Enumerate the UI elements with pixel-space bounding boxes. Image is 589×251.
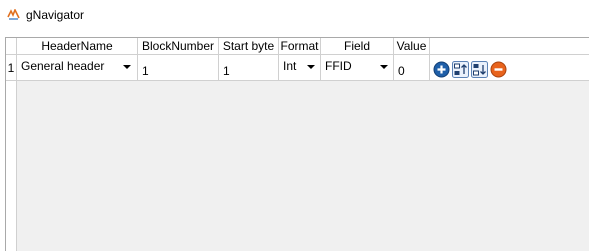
format-value: Int	[283, 59, 297, 73]
column-header-field[interactable]: Field	[321, 38, 394, 55]
chevron-down-icon[interactable]	[380, 65, 388, 69]
field-dropdown[interactable]: FFID	[321, 55, 394, 81]
header-table[interactable]: HeaderName BlockNumber Start byte Format…	[5, 37, 589, 251]
column-header-format[interactable]: Format	[279, 38, 321, 55]
chevron-down-icon[interactable]	[307, 65, 315, 69]
headername-dropdown[interactable]: General header	[17, 55, 138, 81]
row-header-empty-area	[6, 81, 17, 251]
blocknumber-cell[interactable]: 1	[138, 55, 219, 81]
window-title: gNavigator	[26, 8, 85, 22]
startbyte-cell[interactable]: 1	[219, 55, 279, 81]
move-up-icon[interactable]	[452, 61, 469, 78]
column-header-blocknumber[interactable]: BlockNumber	[138, 38, 219, 55]
column-header-startbyte[interactable]: Start byte	[219, 38, 279, 55]
startbyte-value: 1	[223, 64, 230, 78]
column-header-headername[interactable]: HeaderName	[17, 38, 138, 55]
field-value: FFID	[325, 59, 352, 73]
add-icon[interactable]	[433, 61, 450, 78]
column-header-value[interactable]: Value	[394, 38, 430, 55]
app-logo-icon	[7, 9, 20, 20]
column-header-actions	[430, 38, 589, 55]
title-bar: gNavigator	[0, 0, 589, 31]
move-down-icon[interactable]	[471, 61, 488, 78]
row-header[interactable]: 1	[6, 55, 17, 81]
corner-header[interactable]	[6, 38, 17, 55]
headername-value: General header	[21, 59, 105, 73]
chevron-down-icon[interactable]	[123, 65, 131, 69]
value-text: 0	[398, 64, 405, 78]
blocknumber-value: 1	[142, 64, 149, 78]
row-actions-cell	[430, 55, 589, 81]
format-dropdown[interactable]: Int	[279, 55, 321, 81]
remove-icon[interactable]	[490, 61, 507, 78]
value-cell[interactable]: 0	[394, 55, 430, 81]
